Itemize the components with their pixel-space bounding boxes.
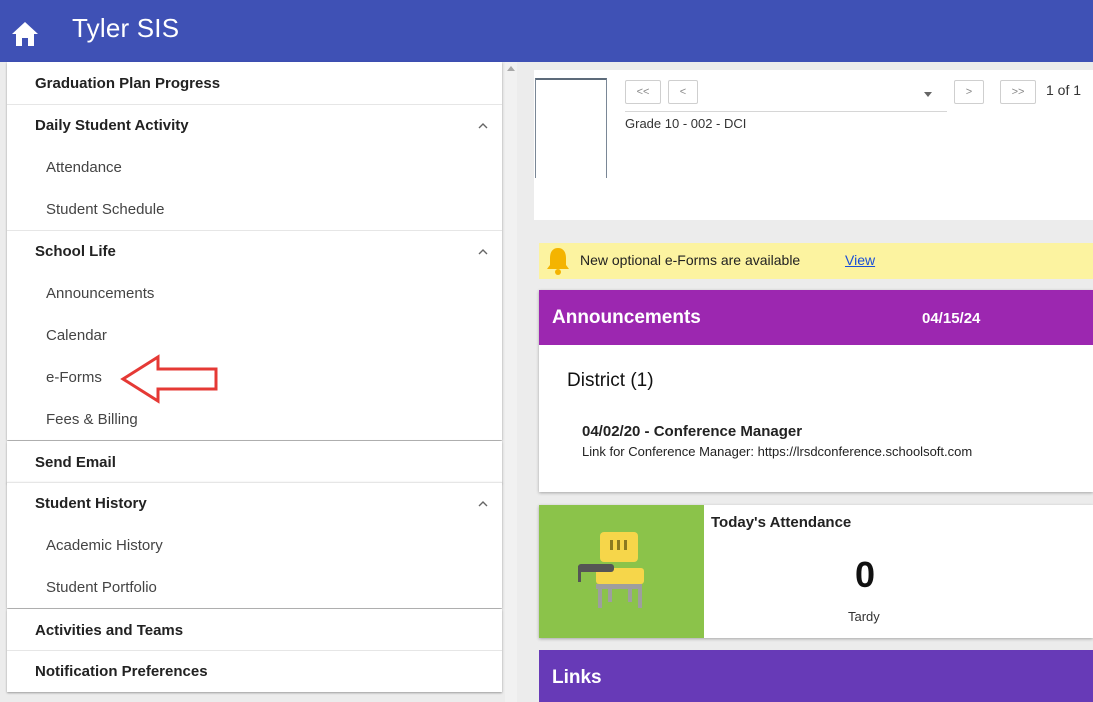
button-label: >> [1011,86,1025,98]
sidebar-item-label: Activities and Teams [35,621,184,639]
sidebar-item-label: Calendar [46,326,107,344]
sidebar-item-student-schedule[interactable]: Student Schedule [7,188,502,230]
chevron-up-icon[interactable] [478,121,488,131]
chevron-up-icon[interactable] [478,499,488,509]
sidebar-item-label: Attendance [46,158,122,176]
sidebar-section-label: School Life [35,243,116,260]
sidebar-section-label: Student History [35,495,147,512]
sidebar-item-academic-history[interactable]: Academic History [7,524,502,566]
sidebar-card-main: Graduation Plan Progress Daily Student A… [7,62,502,440]
button-label: > [965,86,973,98]
links-title: Links [552,667,602,688]
announcements-date: 04/15/24 [922,310,981,327]
sidebar-section-label: Daily Student Activity [35,117,189,134]
sidebar-item-label: Send Email [35,453,116,471]
attendance-label: Tardy [848,609,880,624]
sidebar-item-notification-preferences[interactable]: Notification Preferences [7,650,502,692]
banner-text: New optional e-Forms are available [580,252,801,268]
sidebar-item-attendance[interactable]: Attendance [7,146,502,188]
bell-icon [547,248,569,275]
student-photo [535,78,607,178]
announcements-title: Announcements [552,307,701,328]
sidebar-item-label: Notification Preferences [35,663,208,680]
sidebar-item-activities-teams[interactable]: Activities and Teams [7,609,502,651]
sidebar-section-student-history[interactable]: Student History [7,482,502,524]
sidebar-item-eforms[interactable]: e-Forms [7,356,502,398]
sidebar-item-label: Student Schedule [46,200,165,218]
sidebar-item-label: Fees & Billing [46,410,138,428]
sidebar-item-calendar[interactable]: Calendar [7,314,502,356]
attendance-count: 0 [855,554,876,595]
chair-icon [578,532,644,608]
sidebar-item-student-portfolio[interactable]: Student Portfolio [7,566,502,608]
scroll-up-icon[interactable] [507,66,515,71]
student-select[interactable] [625,80,947,112]
announcement-item-body: Link for Conference Manager: https://lrs… [582,444,973,459]
announcement-item-title[interactable]: 04/02/20 - Conference Manager [582,423,802,440]
home-icon[interactable] [10,20,40,48]
student-grade-info: Grade 10 - 002 - DCI [625,116,747,131]
sidebar-item-graduation-plan[interactable]: Graduation Plan Progress [7,62,502,104]
last-student-button[interactable]: >> [1000,80,1036,104]
chevron-up-icon[interactable] [478,247,488,257]
sidebar-item-send-email[interactable]: Send Email [7,441,502,483]
sidebar-section-school-life[interactable]: School Life [7,230,502,272]
sidebar-section-daily-activity[interactable]: Daily Student Activity [7,104,502,146]
app-title[interactable]: Tyler SIS [72,13,179,44]
view-eforms-link[interactable]: View [845,252,875,268]
sidebar-item-label: Academic History [46,536,163,554]
announcement-group-heading: District (1) [567,370,654,391]
red-arrow-annotation [120,354,218,404]
dropdown-caret-icon[interactable] [924,92,932,97]
sidebar-card-history: Student History Academic History Student… [7,482,502,608]
sidebar-item-label: e-Forms [46,368,102,386]
sidebar-scrollbar[interactable] [505,62,517,702]
links-header[interactable] [539,650,1093,702]
app-header: Tyler SIS [0,0,1093,62]
attendance-title: Today's Attendance [711,514,852,531]
sidebar-card-email: Send Email [7,441,502,483]
sidebar-item-label: Announcements [46,284,155,302]
student-page-count: 1 of 1 [1046,82,1082,98]
sidebar-card-bottom: Activities and Teams Notification Prefer… [7,609,502,692]
sidebar-item-fees-billing[interactable]: Fees & Billing [7,398,502,440]
next-student-button[interactable]: > [954,80,984,104]
sidebar-item-announcements[interactable]: Announcements [7,272,502,314]
sidebar-item-label: Student Portfolio [46,578,157,596]
sidebar-item-label: Graduation Plan Progress [35,74,221,92]
